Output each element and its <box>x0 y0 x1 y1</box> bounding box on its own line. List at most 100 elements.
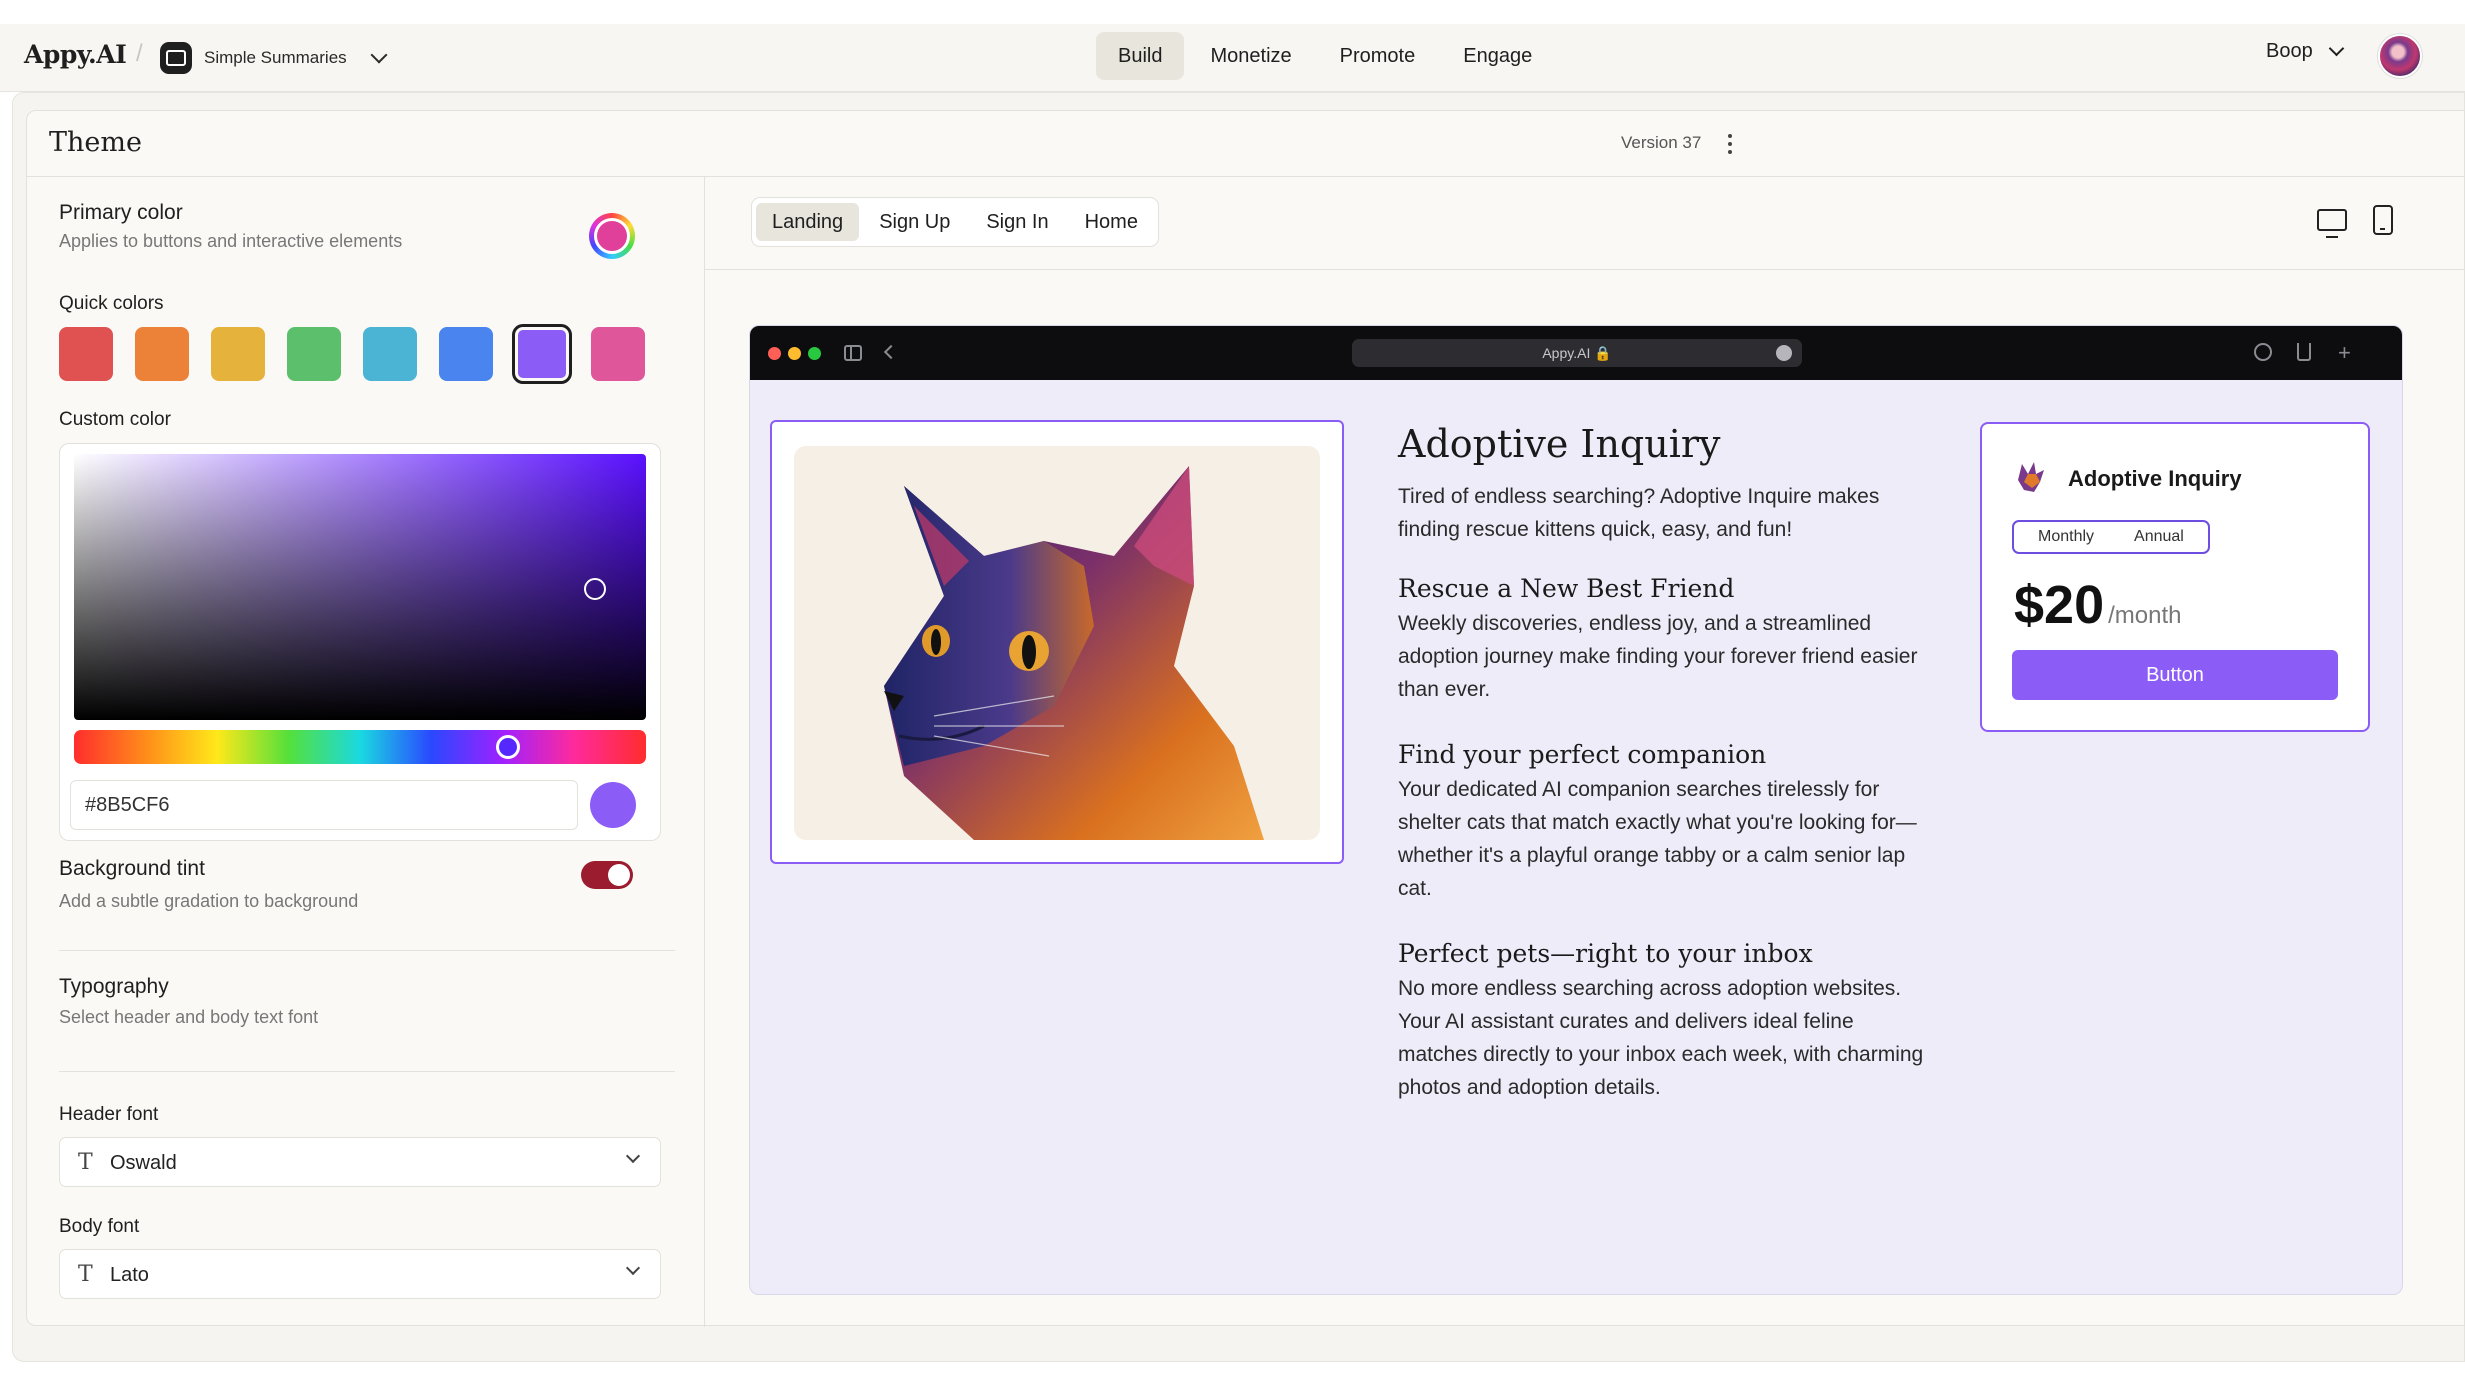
primary-color-swatch[interactable] <box>589 213 635 259</box>
user-name: Boop <box>2266 40 2313 62</box>
app-icon <box>160 42 192 74</box>
primary-color-description: Applies to buttons and interactive eleme… <box>59 231 403 251</box>
tab-landing[interactable]: Landing <box>756 203 860 241</box>
price-amount: $20 <box>2014 575 2105 635</box>
color-picker <box>59 443 661 841</box>
app-name: Simple Summaries <box>204 48 347 67</box>
address-text: Appy.AI 🔒 <box>1542 344 1612 361</box>
chevron-down-icon <box>625 1260 641 1276</box>
mobile-icon[interactable] <box>2373 205 2393 235</box>
header-font-label: Header font <box>59 1104 159 1125</box>
tab-home[interactable]: Home <box>1069 203 1154 241</box>
section-title: Rescue a New Best Friend <box>1398 574 1735 603</box>
header-font-value: Oswald <box>110 1152 177 1174</box>
browser-toolbar: Appy.AI 🔒 + <box>750 326 2402 380</box>
quick-color-swatch[interactable] <box>135 327 189 381</box>
price: $20 /month <box>2014 574 2181 636</box>
quick-colors <box>59 324 645 384</box>
chevron-down-icon <box>2328 40 2344 57</box>
cat-illustration <box>794 446 1320 840</box>
brand-logo[interactable]: Appy.AI <box>24 40 127 69</box>
font-icon: T <box>78 1262 93 1287</box>
section-body: Your dedicated AI companion searches tir… <box>1398 778 1917 900</box>
landing-intro: Tired of endless searching? Adoptive Inq… <box>1398 485 1880 541</box>
sidebar-icon <box>844 345 862 361</box>
quick-color-swatch[interactable] <box>439 327 493 381</box>
pricing-button[interactable]: Button <box>2012 650 2338 700</box>
divider <box>59 1071 675 1072</box>
quick-colors-label: Quick colors <box>59 293 164 314</box>
billing-toggle: Monthly Annual <box>2012 520 2210 554</box>
pricing-card: Adoptive Inquiry Monthly Annual $20 /mon… <box>1980 422 2370 732</box>
saturation-handle[interactable] <box>584 578 606 600</box>
main-tabs: Build Monetize Promote Engage <box>1096 32 1554 80</box>
typography-description: Select header and body text font <box>59 1007 319 1027</box>
typography-label: Typography <box>59 975 169 998</box>
quick-color-swatch[interactable] <box>287 327 341 381</box>
theme-panel: Theme Version 37 Primary color Applies t… <box>26 110 2465 1327</box>
custom-color-label: Custom color <box>59 409 171 430</box>
chevron-down-icon <box>370 46 388 64</box>
version-label[interactable]: Version 37 <box>1621 133 1701 153</box>
body-font-select[interactable]: T Lato <box>59 1249 661 1299</box>
user-menu[interactable]: Boop <box>2266 40 2344 63</box>
panel-header: Theme Version 37 <box>27 111 2464 177</box>
section-title: Perfect pets—right to your inbox <box>1398 939 1813 968</box>
desktop-icon[interactable] <box>2317 209 2347 238</box>
back-icon <box>883 344 899 360</box>
body-font-value: Lato <box>110 1264 149 1286</box>
tab-sign-up[interactable]: Sign Up <box>863 203 966 241</box>
hue-handle[interactable] <box>496 735 520 759</box>
landing-content: Adoptive Inquiry Tired of endless search… <box>1398 422 1938 1104</box>
address-bar: Appy.AI 🔒 <box>1352 339 1802 367</box>
app-switcher[interactable]: Simple Summaries <box>160 38 388 78</box>
header-font-select[interactable]: T Oswald <box>59 1137 661 1187</box>
tab-build[interactable]: Build <box>1096 32 1185 80</box>
preview-browser: Appy.AI 🔒 + Adoptive Inquiry Tired of en… <box>749 325 2403 1295</box>
section-body: Weekly discoveries, endless joy, and a s… <box>1398 612 1918 701</box>
minimize-dot <box>788 347 801 360</box>
quick-color-swatch[interactable] <box>59 327 113 381</box>
top-navigation: Appy.AI / Simple Summaries Build Monetiz… <box>0 24 2465 92</box>
background-tint-label: Background tint <box>59 857 205 880</box>
theme-settings: Primary color Applies to buttons and int… <box>27 177 705 1327</box>
section-title: Find your perfect companion <box>1398 740 1767 769</box>
download-icon <box>2254 343 2272 361</box>
page-title: Theme <box>49 127 142 158</box>
section-body: No more endless searching across adoptio… <box>1398 977 1924 1099</box>
new-tab-icon: + <box>2338 340 2351 365</box>
hue-slider[interactable] <box>74 730 646 764</box>
divider <box>705 269 2465 270</box>
close-dot <box>768 347 781 360</box>
primary-color-label: Primary color <box>59 201 183 224</box>
quick-color-swatch[interactable] <box>512 324 572 384</box>
breadcrumb-separator: / <box>136 40 143 67</box>
tab-monetize[interactable]: Monetize <box>1188 32 1313 80</box>
saturation-value-area[interactable] <box>74 454 646 720</box>
chevron-down-icon <box>625 1148 641 1164</box>
share-icon <box>2297 343 2311 361</box>
color-preview <box>590 782 636 828</box>
quick-color-swatch[interactable] <box>211 327 265 381</box>
app-logo-icon <box>2018 462 2044 492</box>
quick-color-swatch[interactable] <box>363 327 417 381</box>
reload-icon <box>1776 345 1792 361</box>
background-tint-description: Add a subtle gradation to background <box>59 891 359 911</box>
zoom-dot <box>808 347 821 360</box>
body-font-label: Body font <box>59 1216 140 1237</box>
avatar[interactable] <box>2378 34 2422 78</box>
quick-color-swatch[interactable] <box>591 327 645 381</box>
tab-engage[interactable]: Engage <box>1441 32 1554 80</box>
more-options-icon[interactable] <box>1723 131 1737 157</box>
billing-annual[interactable]: Annual <box>2114 523 2204 551</box>
tab-sign-in[interactable]: Sign In <box>970 203 1064 241</box>
background-tint-toggle[interactable] <box>581 861 633 889</box>
billing-monthly[interactable]: Monthly <box>2018 523 2114 551</box>
landing-headline: Adoptive Inquiry <box>1398 422 1721 466</box>
page-tabs: Landing Sign Up Sign In Home <box>751 197 1159 247</box>
tab-promote[interactable]: Promote <box>1318 32 1438 80</box>
font-icon: T <box>78 1150 93 1175</box>
price-period: /month <box>2108 602 2182 629</box>
divider <box>59 950 675 951</box>
hex-input[interactable] <box>70 780 578 830</box>
